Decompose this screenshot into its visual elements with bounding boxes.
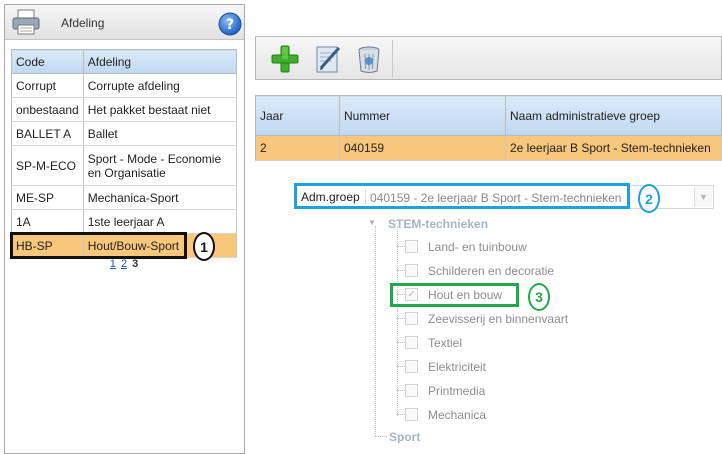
row-code: Corrupt — [11, 73, 84, 98]
tree-leaf-label: Mechanica — [428, 408, 487, 422]
tree-leaf[interactable]: Land- en tuinbouw — [397, 237, 647, 257]
table-row[interactable]: Corrupt Corrupte afdeling — [11, 73, 238, 98]
tree-leaf[interactable]: Mechanica — [397, 405, 647, 425]
tree-line — [375, 226, 376, 436]
row-afdeling: Corrupte afdeling — [83, 73, 238, 98]
tree-leaf-label: Schilderen en decoratie — [428, 264, 555, 278]
cell-naam: 2e leerjaar B Sport - Stem-technieken — [505, 135, 722, 161]
group-tree: ▼ STEM-technieken Land- en tuinbouw Schi… — [360, 214, 660, 454]
tree-leaf-label: Land- en tuinbouw — [428, 240, 527, 254]
tree-leaf[interactable]: Schilderen en decoratie — [397, 261, 647, 281]
row-code: onbestaand — [11, 97, 84, 122]
toolbar-separator — [392, 40, 393, 78]
annotation-box-adm-group — [294, 183, 630, 209]
tree-leaf-label: Elektriciteit — [428, 360, 487, 374]
annotation-box-selected-row — [10, 232, 187, 259]
chevron-down-icon[interactable]: ▼ — [694, 187, 712, 207]
cell-jaar: 2 — [255, 135, 340, 161]
tree-root-stem[interactable]: STEM-technieken — [388, 217, 488, 231]
department-table: Code Afdeling Corrupt Corrupte afdeling … — [11, 49, 238, 258]
column-header-naam[interactable]: Naam administratieve groep — [505, 95, 722, 136]
cell-nummer: 040159 — [339, 135, 506, 161]
tree-leaf-label: Textiel — [428, 336, 463, 350]
column-header-nummer[interactable]: Nummer — [339, 95, 506, 136]
department-panel: Afdeling ? Code Afdeling Corrupt Corrupt… — [4, 4, 245, 454]
page-link-2[interactable]: 2 — [121, 258, 127, 270]
row-code: 1A — [11, 209, 84, 234]
tree-leaf[interactable]: Textiel — [397, 333, 647, 353]
column-header-afdeling[interactable]: Afdeling — [82, 49, 238, 74]
tree-root-sport[interactable]: Sport — [389, 430, 420, 444]
toolbar — [255, 36, 722, 80]
annotation-box-checked-leaf — [390, 283, 519, 307]
table-row[interactable]: ME-SP Mechanica-Sport — [11, 185, 238, 210]
row-afdeling: Ballet — [83, 121, 238, 146]
row-afdeling: Mechanica-Sport — [83, 185, 238, 210]
table-row[interactable]: 1A 1ste leerjaar A — [11, 209, 238, 234]
checkbox[interactable] — [405, 360, 418, 373]
callout-three: 3 — [528, 283, 550, 311]
row-code: ME-SP — [11, 185, 84, 210]
row-afdeling: 1ste leerjaar A — [83, 209, 238, 234]
checkbox[interactable] — [405, 408, 418, 421]
row-afdeling: Het pakket bestaat niet — [83, 97, 238, 122]
callout-two: 2 — [638, 184, 660, 213]
table-row[interactable]: BALLET A Ballet — [11, 121, 238, 146]
checkbox[interactable] — [405, 240, 418, 253]
printer-icon[interactable] — [11, 8, 41, 36]
row-code: BALLET A — [11, 121, 84, 146]
row-code: SP-M-ECO — [11, 145, 84, 186]
add-icon[interactable] — [268, 42, 302, 76]
checkbox[interactable] — [405, 312, 418, 325]
admin-group-table: Jaar Nummer Naam administratieve groep 2… — [255, 95, 722, 161]
help-icon[interactable]: ? — [218, 12, 242, 36]
panel-header: Afdeling ? — [5, 5, 244, 40]
tree-leaf[interactable]: Zeevisserij en binnenvaart — [397, 309, 647, 329]
page-link-1[interactable]: 1 — [110, 258, 116, 270]
table-row[interactable]: SP-M-ECO Sport - Mode - Economie en Orga… — [11, 145, 238, 186]
edit-icon[interactable] — [311, 42, 345, 76]
checkbox[interactable] — [405, 336, 418, 349]
tree-leaf[interactable]: Elektriciteit — [397, 357, 647, 377]
table-row-selected[interactable]: 2 040159 2e leerjaar B Sport - Stem-tech… — [255, 135, 722, 161]
callout-one: 1 — [193, 232, 215, 261]
checkbox[interactable] — [405, 384, 418, 397]
delete-icon[interactable] — [352, 42, 386, 76]
checkbox[interactable] — [405, 264, 418, 277]
page-current: 3 — [132, 258, 139, 270]
row-afdeling: Sport - Mode - Economie en Organisatie — [83, 145, 238, 186]
column-header-code[interactable]: Code — [11, 49, 84, 74]
panel-title: Afdeling — [61, 16, 105, 30]
tree-leaf-label: Printmedia — [428, 384, 486, 398]
column-header-jaar[interactable]: Jaar — [255, 95, 340, 136]
tree-leaf-label: Zeevisserij en binnenvaart — [428, 312, 569, 326]
tree-leaf[interactable]: Printmedia — [397, 381, 647, 401]
table-row[interactable]: onbestaand Het pakket bestaat niet — [11, 97, 238, 122]
svg-text:?: ? — [226, 17, 234, 33]
